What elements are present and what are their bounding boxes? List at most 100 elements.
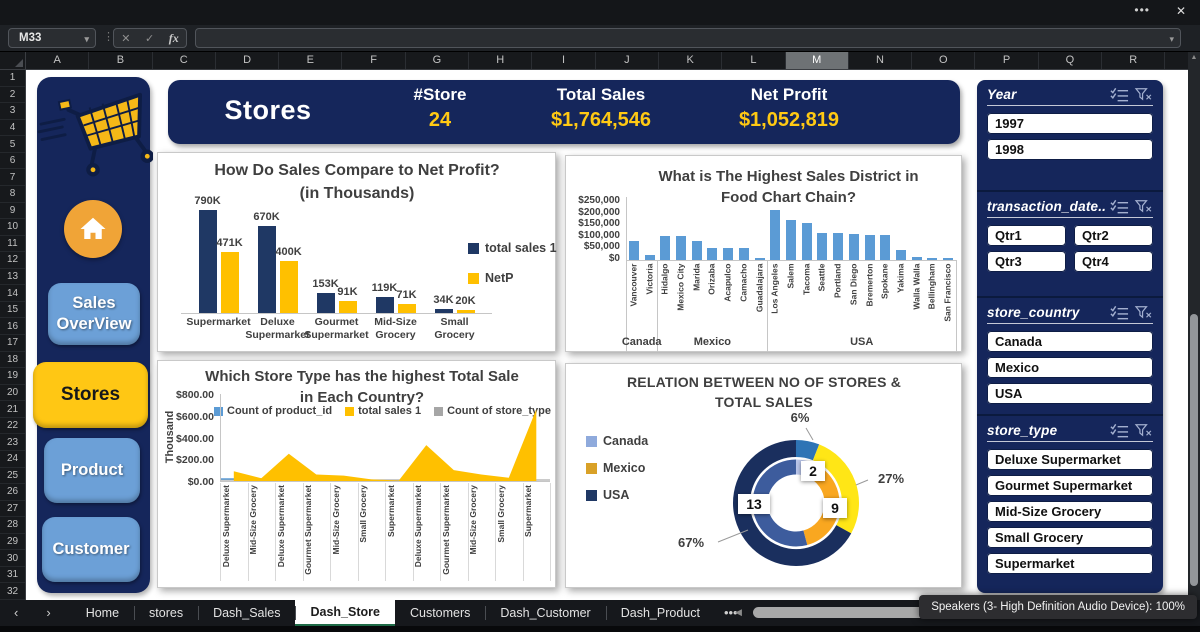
sheet-tab-dash-store[interactable]: Dash_Store	[295, 600, 394, 626]
row-header-18[interactable]: 18	[0, 352, 25, 369]
clear-filter-icon[interactable]	[1134, 423, 1153, 438]
column-header-R[interactable]: R	[1102, 52, 1165, 69]
multi-select-icon[interactable]	[1110, 199, 1129, 214]
home-button[interactable]	[64, 200, 122, 258]
row-header-22[interactable]: 22	[0, 418, 25, 435]
row-header-17[interactable]: 17	[0, 335, 25, 352]
row-header-29[interactable]: 29	[0, 534, 25, 551]
scroll-left-icon[interactable]: ◀	[735, 607, 742, 618]
slicer-item-deluxe-supermarket[interactable]: Deluxe Supermarket	[987, 449, 1153, 470]
column-header-C[interactable]: C	[153, 52, 216, 69]
column-header-I[interactable]: I	[532, 52, 595, 69]
cancel-icon[interactable]: ✕	[121, 32, 130, 45]
row-header-19[interactable]: 19	[0, 368, 25, 385]
slicer-item-1997[interactable]: 1997	[987, 113, 1153, 134]
row-header-21[interactable]: 21	[0, 401, 25, 418]
close-icon[interactable]: ✕	[1176, 4, 1186, 18]
row-header-6[interactable]: 6	[0, 153, 25, 170]
row-header-26[interactable]: 26	[0, 484, 25, 501]
sheet-tab-home[interactable]: Home	[71, 600, 134, 626]
sheet-tab-dash-customer[interactable]: Dash_Customer	[485, 600, 605, 626]
clear-filter-icon[interactable]	[1134, 87, 1153, 102]
row-header-28[interactable]: 28	[0, 517, 25, 534]
sheet-tab-customers[interactable]: Customers	[395, 600, 485, 626]
chevron-down-icon[interactable]: ▾	[84, 30, 89, 48]
row-header-32[interactable]: 32	[0, 583, 25, 600]
clear-filter-icon[interactable]	[1134, 199, 1153, 214]
row-header-5[interactable]: 5	[0, 136, 25, 153]
slicer-item-usa[interactable]: USA	[987, 383, 1153, 404]
slicer-item-qtr2[interactable]: Qtr2	[1074, 225, 1153, 246]
row-header-20[interactable]: 20	[0, 385, 25, 402]
column-header-A[interactable]: A	[26, 52, 89, 69]
row-header-25[interactable]: 25	[0, 468, 25, 485]
multi-select-icon[interactable]	[1110, 305, 1129, 320]
column-header-J[interactable]: J	[596, 52, 659, 69]
slicer-item-gourmet-supermarket[interactable]: Gourmet Supermarket	[987, 475, 1153, 496]
chart-highest-sales-district[interactable]: What is The Highest Sales District in Fo…	[565, 155, 962, 352]
tabs-scroll-right-icon[interactable]: ›	[32, 600, 64, 626]
slicer-item-mexico[interactable]: Mexico	[987, 357, 1153, 378]
chart-store-type-total-sale[interactable]: Which Store Type has the highest Total S…	[157, 360, 556, 588]
column-header-G[interactable]: G	[406, 52, 469, 69]
row-header-1[interactable]: 1	[0, 70, 25, 87]
sidebar-button-customer[interactable]: Customer	[42, 517, 140, 582]
row-header-23[interactable]: 23	[0, 434, 25, 451]
sheet-tab-stores[interactable]: stores	[134, 600, 198, 626]
column-header-N[interactable]: N	[849, 52, 912, 69]
row-header-8[interactable]: 8	[0, 186, 25, 203]
row-header-10[interactable]: 10	[0, 219, 25, 236]
slicer-item-qtr3[interactable]: Qtr3	[987, 251, 1066, 272]
sidebar-button-stores[interactable]: Stores	[33, 362, 148, 428]
column-header-D[interactable]: D	[216, 52, 279, 69]
accept-icon[interactable]: ✓	[145, 32, 154, 45]
sheet-tab-dash-product[interactable]: Dash_Product	[606, 600, 715, 626]
column-header-B[interactable]: B	[89, 52, 152, 69]
column-header-M[interactable]: M	[786, 52, 849, 69]
sidebar-button-product[interactable]: Product	[44, 438, 140, 503]
row-header-31[interactable]: 31	[0, 567, 25, 584]
slicer-item-qtr1[interactable]: Qtr1	[987, 225, 1066, 246]
row-header-3[interactable]: 3	[0, 103, 25, 120]
function-icon[interactable]: fx	[169, 31, 179, 46]
row-header-16[interactable]: 16	[0, 318, 25, 335]
select-all-corner[interactable]	[0, 52, 26, 70]
column-header-Q[interactable]: Q	[1039, 52, 1102, 69]
row-header-11[interactable]: 11	[0, 236, 25, 253]
row-header-12[interactable]: 12	[0, 252, 25, 269]
formula-input[interactable]: ▾	[195, 28, 1181, 48]
slicer-item-qtr4[interactable]: Qtr4	[1074, 251, 1153, 272]
column-header-K[interactable]: K	[659, 52, 722, 69]
sheet-tab-dash-sales[interactable]: Dash_Sales	[198, 600, 295, 626]
column-header-H[interactable]: H	[469, 52, 532, 69]
name-box[interactable]: M33 ▾	[8, 28, 96, 48]
row-header-13[interactable]: 13	[0, 269, 25, 286]
column-header-L[interactable]: L	[722, 52, 785, 69]
row-header-9[interactable]: 9	[0, 203, 25, 220]
row-header-7[interactable]: 7	[0, 169, 25, 186]
slicer-item-1998[interactable]: 1998	[987, 139, 1153, 160]
multi-select-icon[interactable]	[1110, 87, 1129, 102]
column-header-P[interactable]: P	[975, 52, 1038, 69]
multi-select-icon[interactable]	[1110, 423, 1129, 438]
chart-stores-vs-sales-donut[interactable]: RELATION BETWEEN NO OF STORES & TOTAL SA…	[565, 363, 962, 588]
column-header-F[interactable]: F	[342, 52, 405, 69]
row-header-15[interactable]: 15	[0, 302, 25, 319]
chart-sales-vs-net-profit[interactable]: How Do Sales Compare to Net Profit? (in …	[157, 152, 556, 352]
clear-filter-icon[interactable]	[1134, 305, 1153, 320]
tabs-scroll-left-icon[interactable]: ‹	[0, 600, 32, 626]
row-header-30[interactable]: 30	[0, 550, 25, 567]
column-header-E[interactable]: E	[279, 52, 342, 69]
row-header-14[interactable]: 14	[0, 285, 25, 302]
slicer-item-mid-size-grocery[interactable]: Mid-Size Grocery	[987, 501, 1153, 522]
slicer-item-supermarket[interactable]: Supermarket	[987, 553, 1153, 574]
row-header-4[interactable]: 4	[0, 120, 25, 137]
row-header-27[interactable]: 27	[0, 501, 25, 518]
slicer-item-small-grocery[interactable]: Small Grocery	[987, 527, 1153, 548]
scroll-up-icon[interactable]: ▲	[1188, 54, 1200, 61]
chevron-down-icon[interactable]: ▾	[1169, 30, 1174, 48]
vertical-scrollbar[interactable]: ▲	[1188, 52, 1200, 600]
row-header-2[interactable]: 2	[0, 87, 25, 104]
column-header-O[interactable]: O	[912, 52, 975, 69]
more-options-icon[interactable]: •••	[1134, 3, 1150, 17]
